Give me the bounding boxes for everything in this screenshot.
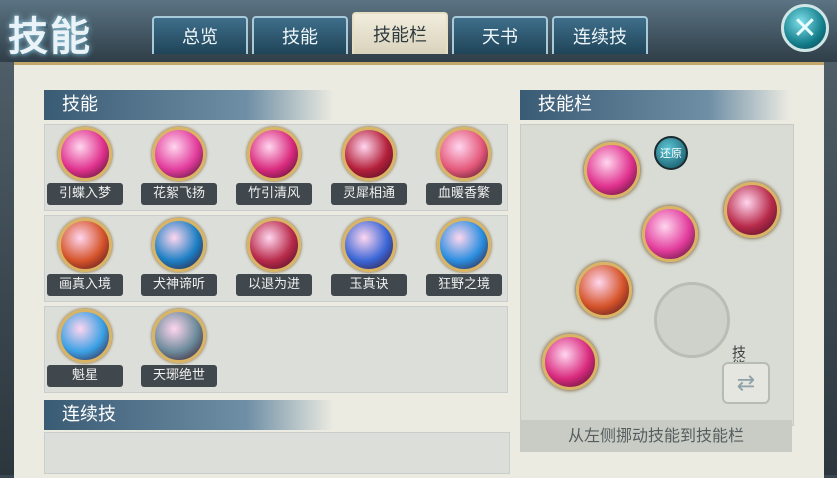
skill-name-label: 血暖香繁 [426,183,502,205]
tab-combo[interactable]: 连续技 [552,16,648,54]
bamboo-wind-icon [247,127,301,181]
skill-name-label: 引蝶入梦 [47,183,123,205]
tab-skillbar[interactable]: 技能栏 [352,12,448,54]
skill-name-label: 以退为进 [236,274,312,296]
skill-name-label: 花絮飞扬 [141,183,217,205]
close-icon: ✕ [792,10,818,46]
star-icon [58,309,112,363]
swap-arrows-icon: ⇄ [736,370,756,396]
skill-slot[interactable]: 引蝶入梦 [47,125,123,209]
skill-slot[interactable]: 画真入境 [47,216,123,300]
tab-overview[interactable]: 总览 [152,16,248,54]
basic-attack-icon[interactable] [654,282,730,358]
skill-name-label: 玉真诀 [331,274,407,296]
skillbar-slot-icon[interactable] [584,142,640,198]
skill-name-label: 竹引清风 [236,183,312,205]
tab-skills[interactable]: 技能 [252,16,348,54]
skill-slot[interactable]: 犬神谛听 [141,216,217,300]
skillbar-slot-icon[interactable] [724,182,780,238]
butterfly-dream-icon [58,127,112,181]
tab-bar: 总览 技能 技能栏 天书 连续技 [152,12,648,54]
skill-slot[interactable]: 魁星 [47,307,123,391]
skillbar-slot-icon[interactable] [542,334,598,390]
skill-slot[interactable]: 狂野之境 [426,216,502,300]
combo-list [44,432,510,474]
skillbar-slot-icon[interactable] [576,262,632,318]
skill-name-label: 魁星 [47,365,123,387]
skill-slot[interactable]: 灵犀相通 [331,125,407,209]
skill-slot[interactable]: 玉真诀 [331,216,407,300]
skillbar-hint: 从左侧挪动技能到技能栏 [520,420,792,452]
skill-name-label: 犬神谛听 [141,274,217,296]
tab-tianshu[interactable]: 天书 [452,16,548,54]
skill-slot[interactable]: 天琊绝世 [141,307,217,391]
switch-skillbar-button[interactable]: ⇄ [722,362,770,404]
skill-slot[interactable]: 竹引清风 [236,125,312,209]
skill-name-label: 狂野之境 [426,274,502,296]
painting-icon [58,218,112,272]
skill-name-label: 天琊绝世 [141,365,217,387]
skill-name-label: 画真入境 [47,274,123,296]
skillbar-slot-icon[interactable] [642,206,698,262]
blood-warmth-icon [437,127,491,181]
top-bar: 技能 总览 技能 技能栏 天书 连续技 ✕ [0,0,837,62]
skill-slot[interactable]: 血暖香繁 [426,125,502,209]
skills-section-title: 技能 [44,90,334,120]
skill-name-label: 灵犀相通 [331,183,407,205]
tianya-icon [152,309,206,363]
close-button[interactable]: ✕ [781,4,829,52]
skill-slot[interactable]: 以退为进 [236,216,312,300]
jade-icon [342,218,396,272]
skillbar-section-title: 技能栏 [520,90,790,120]
petal-flurry-icon [152,127,206,181]
dog-spirit-icon [152,218,206,272]
spirit-link-icon [342,127,396,181]
retreat-icon [247,218,301,272]
combo-section-title: 连续技 [44,400,334,430]
wild-realm-icon [437,218,491,272]
skill-slot[interactable]: 花絮飞扬 [141,125,217,209]
restore-button[interactable]: 还原 [654,136,688,170]
window-title-logo: 技能 [8,13,92,60]
